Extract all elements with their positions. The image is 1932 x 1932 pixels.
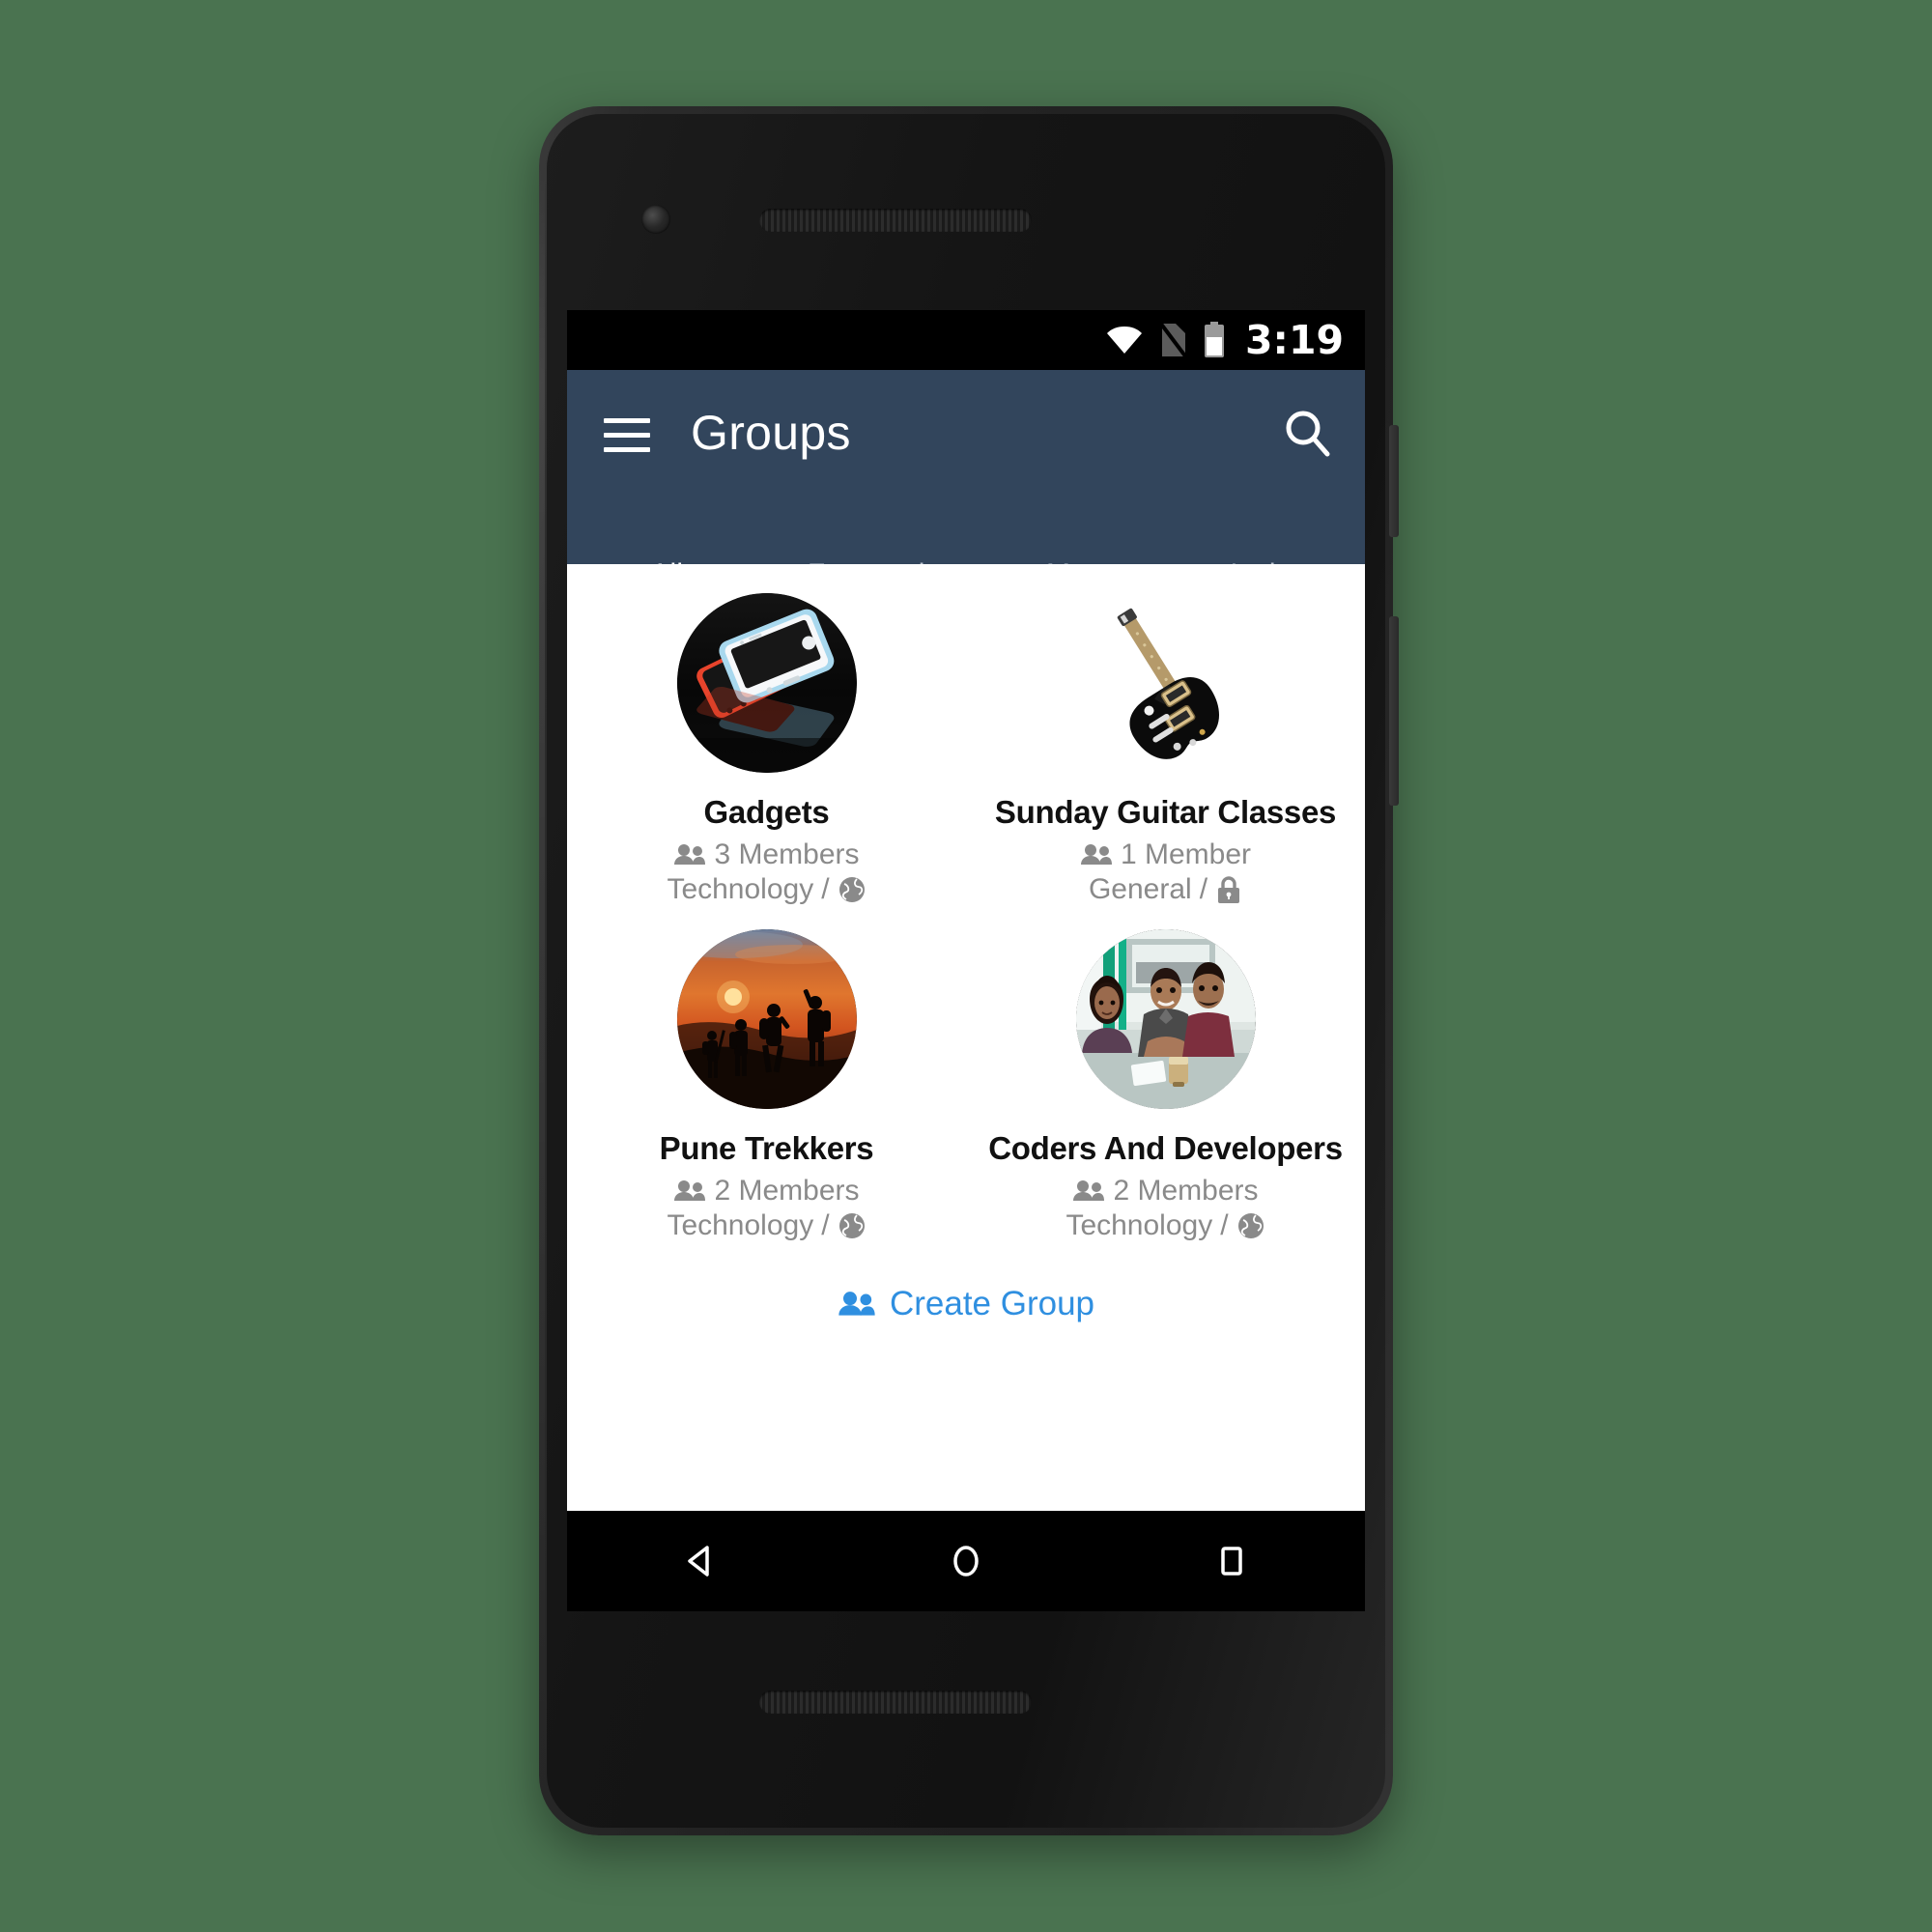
group-members: 1 Member — [974, 838, 1357, 871]
group-members: 2 Members — [575, 1175, 958, 1208]
create-group-label: Create Group — [889, 1285, 1095, 1322]
group-card-pune-trekkers[interactable]: Pune Trekkers 2 Members Technology / — [567, 916, 966, 1252]
group-avatar-smartphones — [676, 593, 857, 773]
status-bar: 3:19 — [567, 310, 1365, 370]
group-category: Technology / — [575, 1209, 958, 1242]
people-icon — [1080, 843, 1113, 867]
group-name: Pune Trekkers — [659, 1130, 874, 1166]
status-clock: 3:19 — [1245, 316, 1344, 363]
front-camera-icon — [641, 205, 670, 234]
page-title: Groups — [691, 406, 851, 460]
bottom-speaker — [759, 1690, 1032, 1714]
group-members-label: 1 Member — [1120, 838, 1252, 870]
phone-screen: 3:19 Groups All Featured — [567, 310, 1365, 1611]
group-members: 3 Members — [575, 838, 958, 871]
battery-icon — [1203, 322, 1226, 358]
app-bar: Groups All Featured My — [567, 370, 1365, 624]
group-category: Technology / — [974, 1209, 1357, 1242]
globe-icon — [1236, 1211, 1265, 1240]
group-avatar-sunset-trekkers — [676, 929, 857, 1109]
group-members-label: 2 Members — [1113, 1175, 1259, 1207]
group-card-sunday-guitar-classes[interactable]: Sunday Guitar Classes 1 Member General / — [966, 580, 1365, 916]
group-avatar-electric-guitar — [1075, 593, 1256, 773]
groups-list: Gadgets 3 Members Technology / Sunday Gu… — [567, 564, 1365, 1611]
group-members-label: 2 Members — [714, 1175, 860, 1207]
globe-icon — [838, 1211, 867, 1240]
group-category: Technology / — [575, 873, 958, 906]
wifi-icon — [1106, 326, 1143, 355]
lock-icon — [1215, 875, 1242, 904]
home-circle-icon[interactable] — [908, 1540, 1024, 1582]
phone-device: 3:19 Groups All Featured — [539, 106, 1399, 1835]
group-members-label: 3 Members — [714, 838, 860, 870]
group-meta-separator: / — [1220, 1209, 1229, 1241]
group-category-label: Technology — [1065, 1209, 1213, 1241]
android-nav-bar — [567, 1511, 1365, 1611]
group-category-label: Technology — [667, 1209, 814, 1241]
globe-icon — [838, 875, 867, 904]
group-category-label: Technology — [667, 873, 814, 905]
recents-square-icon[interactable] — [1174, 1540, 1290, 1582]
power-button[interactable] — [1389, 425, 1399, 537]
people-icon — [1072, 1179, 1105, 1203]
group-meta-separator: / — [821, 873, 830, 905]
group-avatar-team-office — [1075, 929, 1256, 1109]
no-sim-icon — [1158, 322, 1188, 358]
hamburger-menu-icon[interactable] — [604, 418, 650, 453]
people-icon — [673, 1179, 706, 1203]
group-category-label: General — [1088, 873, 1192, 905]
groups-grid: Gadgets 3 Members Technology / Sunday Gu… — [567, 564, 1365, 1252]
group-name: Coders And Developers — [988, 1130, 1343, 1166]
group-members: 2 Members — [974, 1175, 1357, 1208]
people-icon — [673, 843, 706, 867]
group-category: General / — [974, 873, 1357, 906]
earpiece-speaker — [759, 209, 1032, 232]
group-meta-separator: / — [1199, 873, 1208, 905]
group-card-coders-and-developers[interactable]: Coders And Developers 2 Members Technolo… — [966, 916, 1365, 1252]
group-name: Gadgets — [703, 794, 830, 830]
volume-button[interactable] — [1389, 616, 1399, 806]
search-icon[interactable] — [1280, 407, 1334, 466]
back-triangle-icon[interactable] — [642, 1540, 758, 1582]
group-card-gadgets[interactable]: Gadgets 3 Members Technology / — [567, 580, 966, 916]
phone-edge-highlight — [539, 164, 545, 1729]
people-icon — [838, 1291, 876, 1318]
group-meta-separator: / — [821, 1209, 830, 1241]
group-name: Sunday Guitar Classes — [994, 794, 1337, 830]
create-group-button[interactable]: Create Group — [567, 1285, 1365, 1323]
